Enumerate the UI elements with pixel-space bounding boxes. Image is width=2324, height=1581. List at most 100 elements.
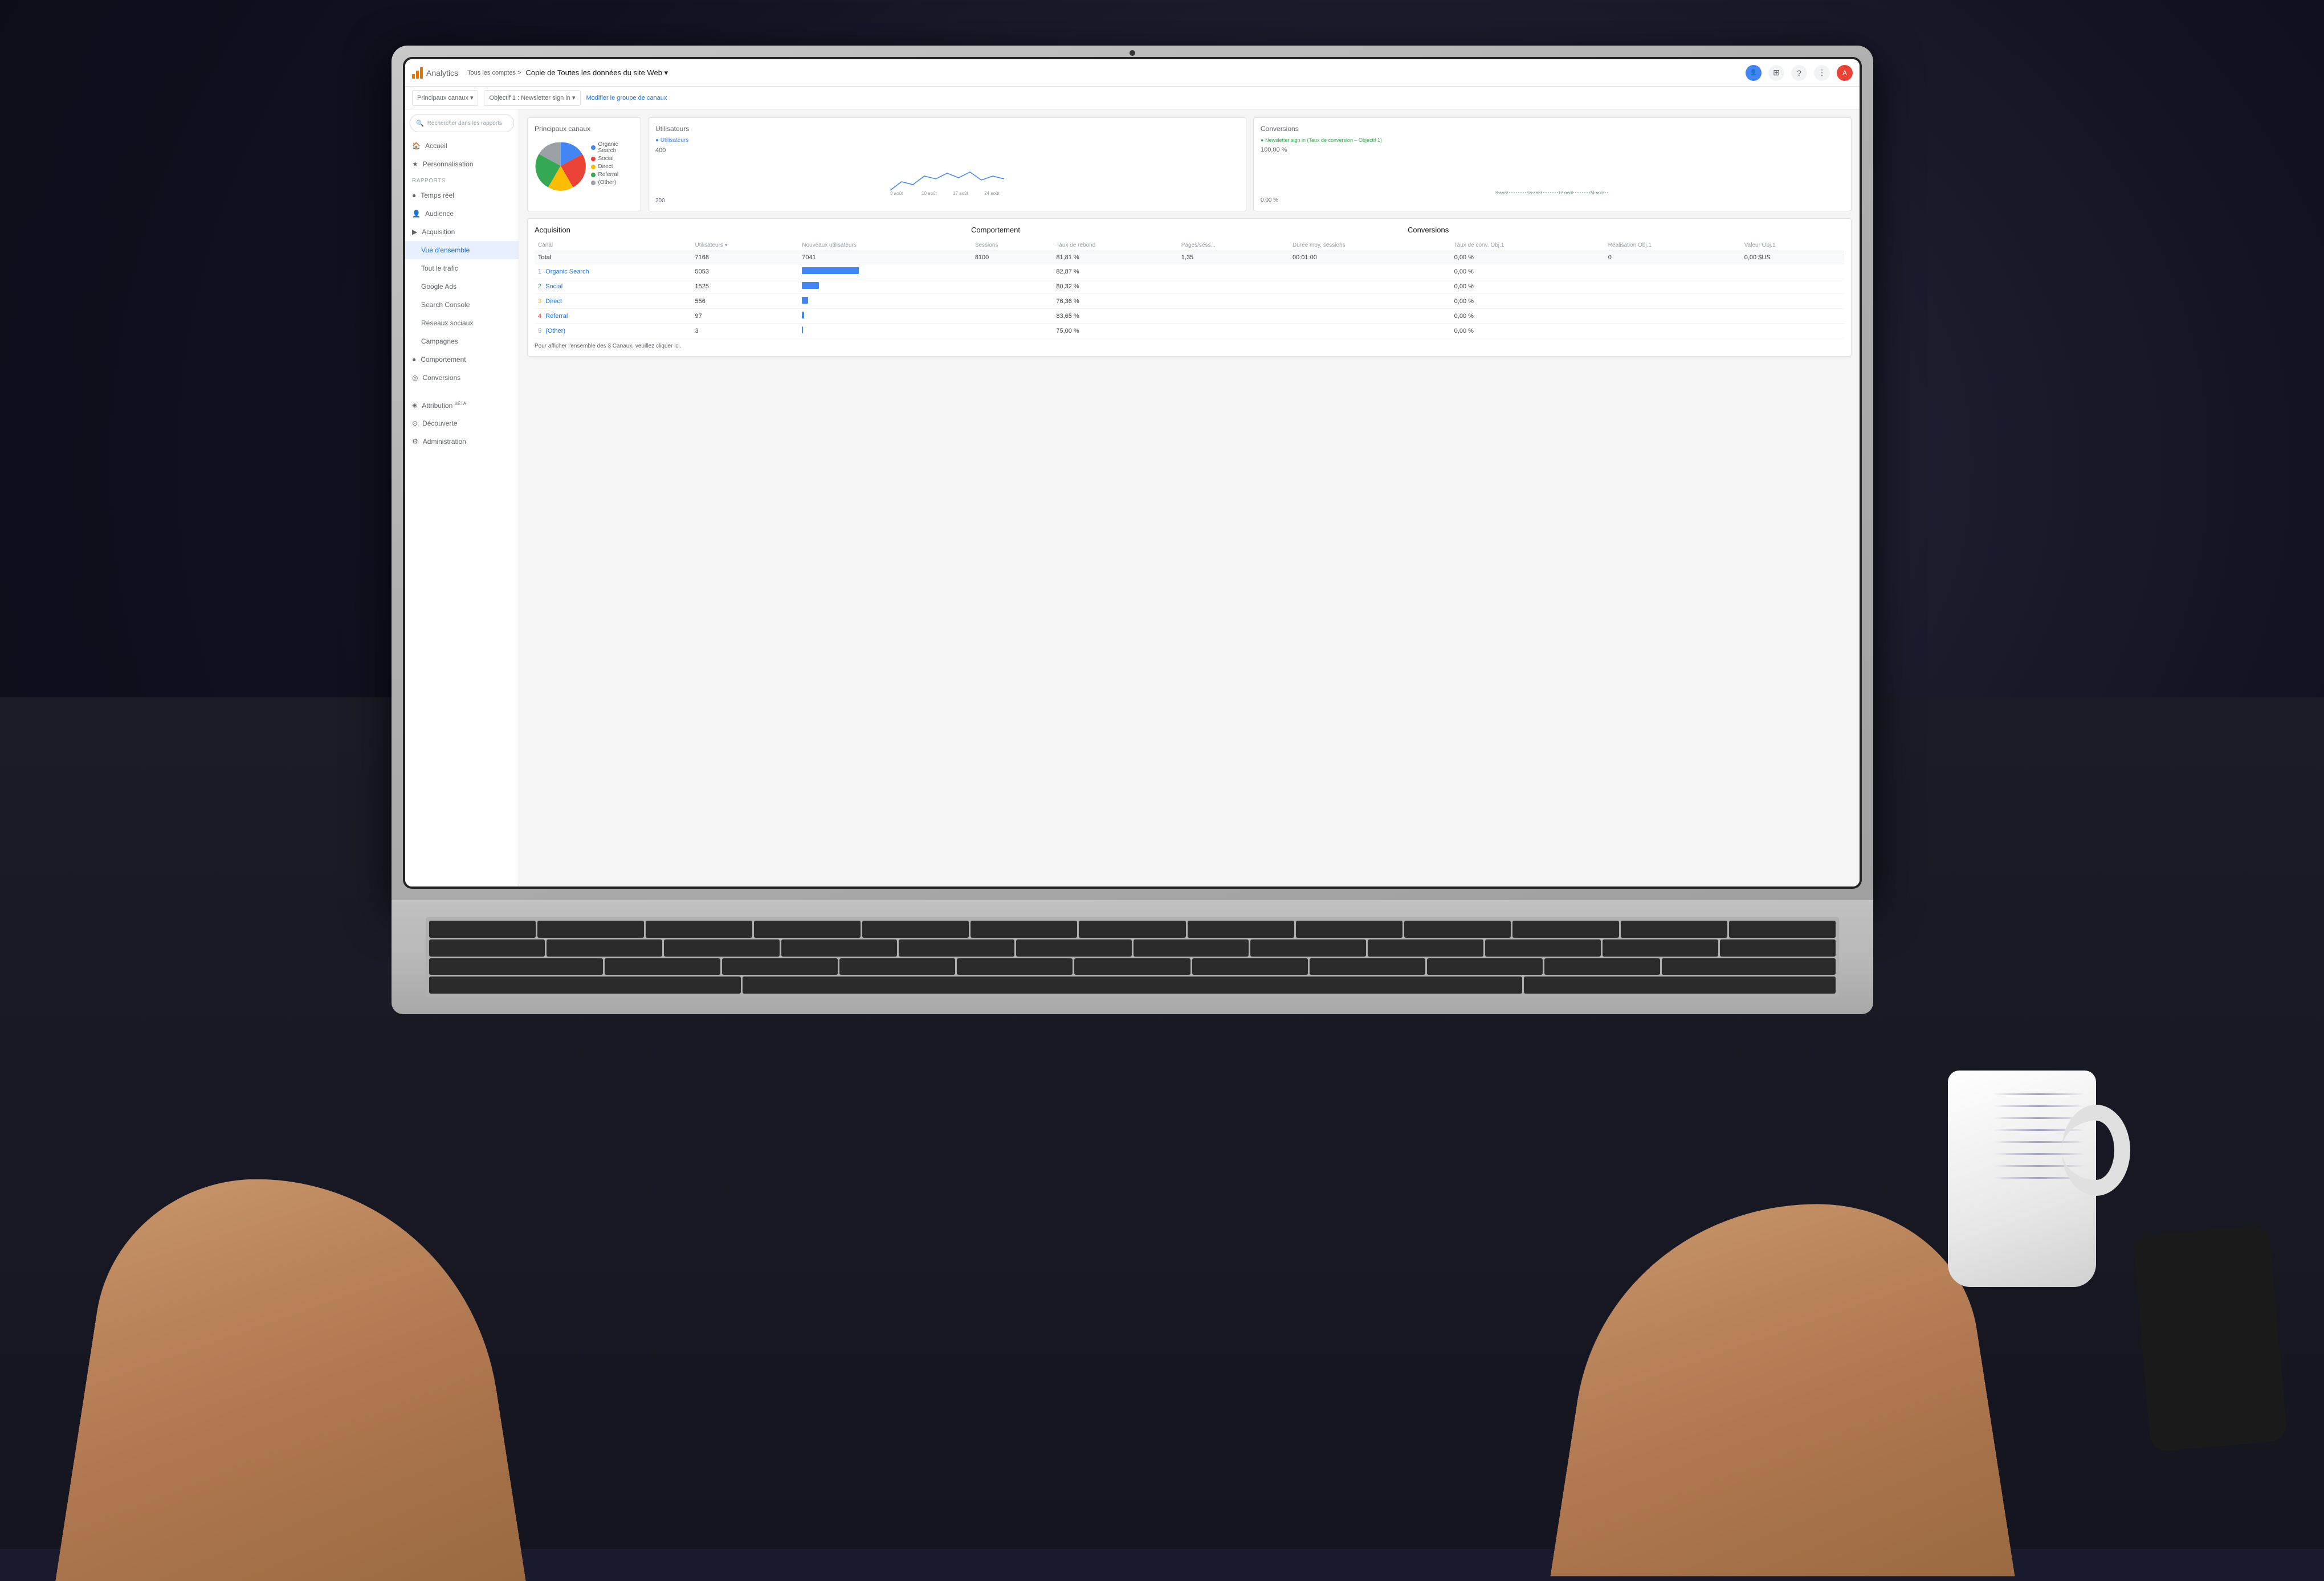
conversions-section-title: Conversions (1408, 226, 1844, 234)
val-org-duree (1289, 264, 1451, 279)
sidebar-item-reseaux-sociaux[interactable]: Réseaux sociaux (405, 314, 519, 332)
comportement-icon: ● (412, 356, 416, 363)
key-row-4 (429, 977, 1836, 994)
svg-text:24 août: 24 août (1589, 190, 1605, 195)
table-row: 1 Organic Search 5053 (535, 264, 1844, 279)
sidebar-item-audience[interactable]: 👤 Audience (405, 205, 519, 223)
acquisition-table: Canal Utilisateurs ▾ Nouveaux utilisateu… (535, 240, 1844, 338)
comportement-section-title: Comportement (971, 226, 1408, 234)
sidebar-label-google-ads: Google Ads (421, 283, 456, 291)
val-dir-conv: 0,00 % (1451, 294, 1605, 309)
key (1485, 939, 1601, 957)
comportement-section: Comportement (971, 226, 1408, 240)
sidebar-item-campagnes[interactable]: Campagnes (405, 332, 519, 350)
val-ref-duree (1289, 309, 1451, 324)
main-content: Principaux canaux (519, 109, 1860, 886)
search-placeholder: Rechercher dans les rapports (427, 120, 502, 126)
val-oth-duree (1289, 324, 1451, 338)
val-soc-bar (798, 279, 972, 294)
table-row: 5 (Other) 3 75, (535, 324, 1844, 338)
google-analytics-ui: Analytics Tous les comptes > Copie de To… (405, 59, 1860, 886)
sidebar-item-vue-ensemble[interactable]: Vue d'ensemble (405, 241, 519, 259)
grid-icon[interactable]: ⊞ (1768, 65, 1784, 81)
key (1192, 958, 1308, 975)
svg-text:10 août: 10 août (1527, 190, 1542, 195)
key-row-2 (429, 939, 1836, 957)
sidebar-item-personnalisation[interactable]: ★ Personnalisation (405, 155, 519, 173)
sidebar-item-administration[interactable]: ⚙ Administration (405, 432, 519, 451)
laptop-lid: Analytics Tous les comptes > Copie de To… (392, 46, 1873, 900)
val-ref-valeur (1741, 309, 1844, 324)
val-dir-real (1605, 294, 1741, 309)
sidebar-label-acquisition: Acquisition (422, 228, 455, 236)
key (971, 921, 1077, 938)
profile-icon[interactable]: A (1837, 65, 1853, 81)
secondary-filter[interactable]: Objectif 1 : Newsletter sign in ▾ (484, 90, 580, 106)
key (1512, 921, 1619, 938)
sidebar-item-tout-trafic[interactable]: Tout le trafic (405, 259, 519, 277)
val-org-real (1605, 264, 1741, 279)
conversions-min: 0,00 % (1261, 197, 1844, 203)
principaux-canaux-title: Principaux canaux (535, 125, 634, 133)
total-duree: 00:01:00 (1289, 251, 1451, 264)
sidebar-item-acquisition[interactable]: ▶ Acquisition (405, 223, 519, 241)
sidebar-label-administration: Administration (423, 438, 466, 446)
val-oth-conv: 0,00 % (1451, 324, 1605, 338)
sidebar-label-search-console: Search Console (421, 301, 470, 309)
logo-bar-2 (416, 71, 419, 79)
table-row: 3 Direct 556 76 (535, 294, 1844, 309)
key (1296, 921, 1402, 938)
attribution-icon: ◈ (412, 401, 417, 409)
topbar: Analytics Tous les comptes > Copie de To… (405, 59, 1860, 87)
val-oth-sessions (972, 324, 1053, 338)
svg-text:10 août: 10 août (922, 191, 937, 196)
sidebar-item-conversions[interactable]: ◎ Conversions (405, 369, 519, 387)
key (1427, 958, 1543, 975)
key (429, 921, 536, 938)
val-soc-utilisateurs: 1525 (691, 279, 798, 294)
acquisition-card: Acquisition Comportement Conversions (527, 218, 1852, 357)
filter-link[interactable]: Modifier le groupe de canaux (586, 95, 667, 101)
logo-bar-1 (412, 74, 415, 79)
camera-dot (1130, 50, 1135, 56)
col-pages: Pages/sess... (1178, 240, 1289, 251)
audience-icon: 👤 (412, 210, 421, 218)
legend-referral: Referral (591, 171, 634, 178)
key (429, 939, 545, 957)
key (1188, 921, 1294, 938)
primary-filter[interactable]: Principaux canaux ▾ (412, 90, 478, 106)
search-box[interactable]: 🔍 Rechercher dans les rapports (410, 114, 514, 132)
sidebar-item-search-console[interactable]: Search Console (405, 296, 519, 314)
key (605, 958, 720, 975)
topbar-icons: 👤 ⊞ ? ⋮ A (1746, 65, 1853, 81)
sidebar-item-comportement[interactable]: ● Comportement (405, 350, 519, 369)
svg-text:3 août: 3 août (1495, 190, 1508, 195)
channel-direct: 3 Direct (535, 294, 691, 309)
val-dir-duree (1289, 294, 1451, 309)
help-icon[interactable]: ? (1791, 65, 1807, 81)
utilisateurs-min: 200 (655, 198, 1239, 204)
col-valeur: Valeur Obj.1 (1741, 240, 1844, 251)
total-conv: 0,00 % (1451, 251, 1605, 264)
key (537, 921, 644, 938)
conversions-card: Conversions ● Newsletter sign in (Taux d… (1253, 117, 1852, 211)
user-avatar-icon[interactable]: 👤 (1746, 65, 1762, 81)
sidebar-item-attribution[interactable]: ◈ Attribution BÊTA (405, 396, 519, 414)
sidebar-label-campagnes: Campagnes (421, 337, 458, 345)
total-utilisateurs: 7168 (691, 251, 798, 264)
sidebar-item-temps-reel[interactable]: ● Temps réel (405, 186, 519, 205)
screen-bezel: Analytics Tous les comptes > Copie de To… (403, 57, 1862, 889)
utilisateurs-card: Utilisateurs ● Utilisateurs 400 3 août 1… (648, 117, 1246, 211)
val-dir-pages (1178, 294, 1289, 309)
val-org-bar (798, 264, 972, 279)
col-rebond: Taux de rebond (1053, 240, 1177, 251)
legend-other: (Other) (591, 179, 634, 186)
conversions-value: 100,00 % (1261, 146, 1844, 153)
sidebar-item-accueil[interactable]: 🏠 Accueil (405, 137, 519, 155)
val-soc-pages (1178, 279, 1289, 294)
sidebar-item-decouverte[interactable]: ⊙ Découverte (405, 414, 519, 432)
sidebar-item-google-ads[interactable]: Google Ads (405, 277, 519, 296)
more-icon[interactable]: ⋮ (1814, 65, 1830, 81)
key (1662, 958, 1836, 975)
val-dir-sessions (972, 294, 1053, 309)
